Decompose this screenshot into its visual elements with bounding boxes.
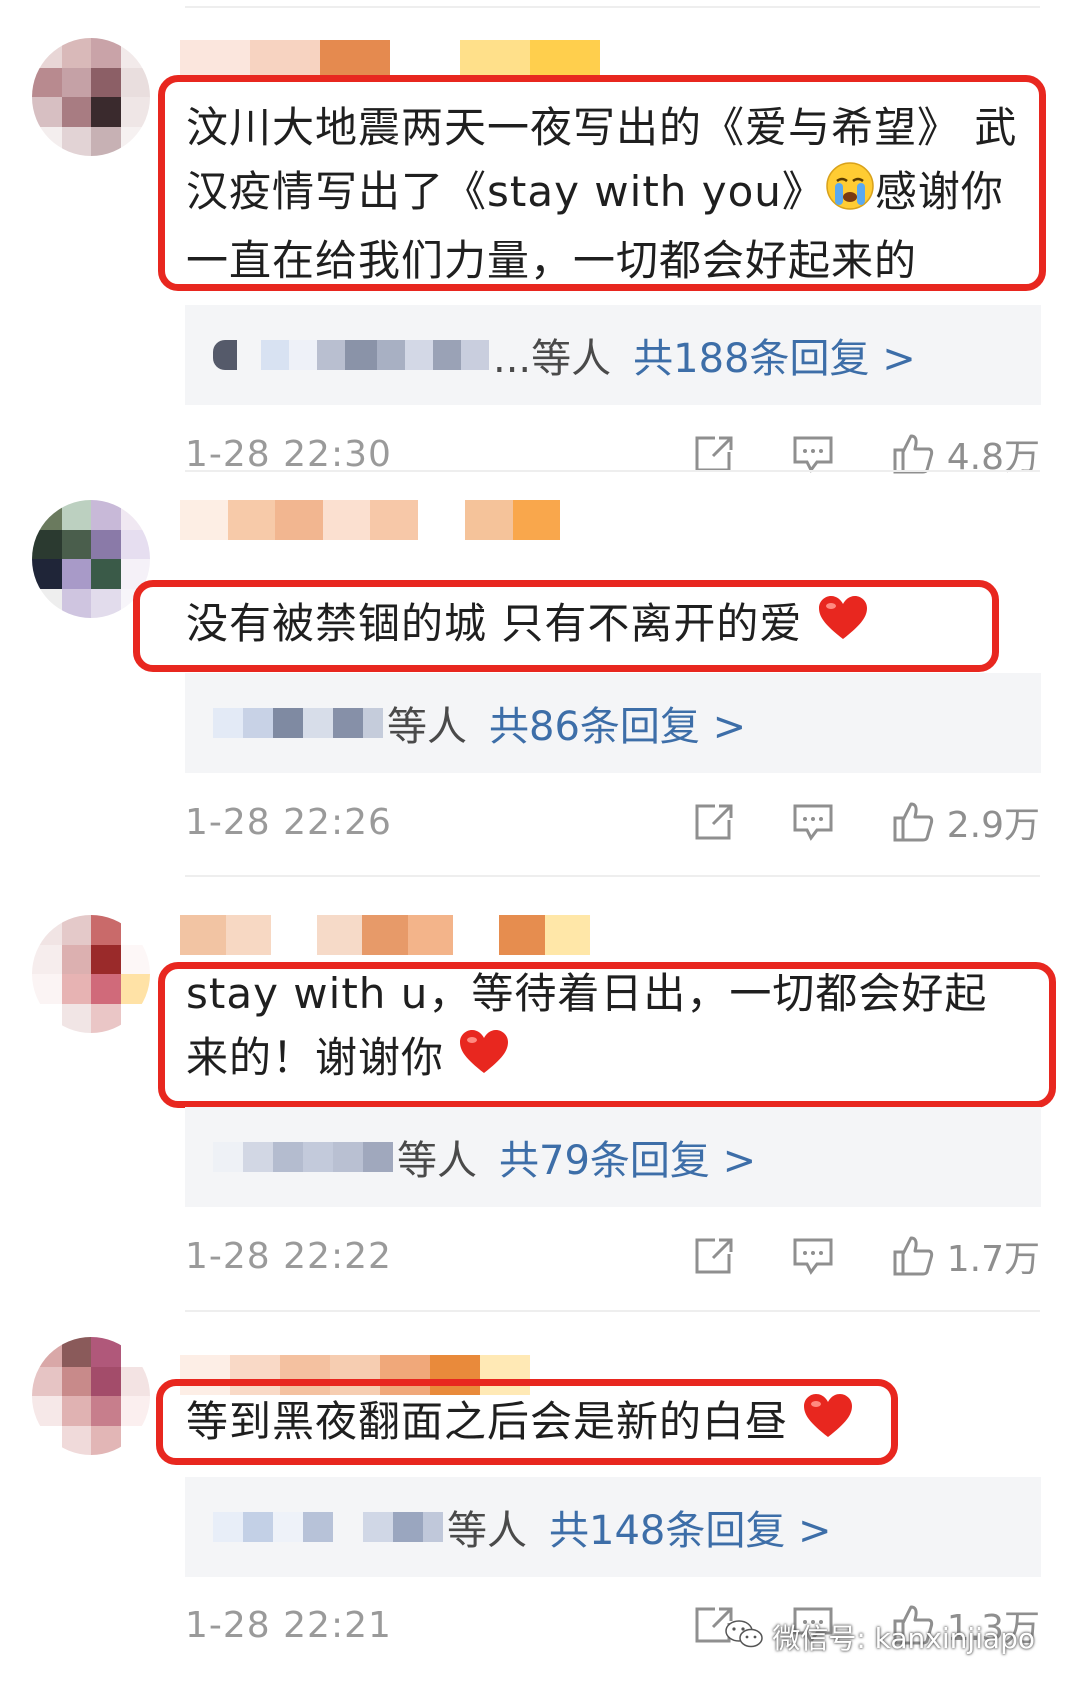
like-count: 2.9万 bbox=[946, 805, 1040, 846]
reply-names-blurred bbox=[213, 1142, 393, 1172]
reply-names-blurred bbox=[213, 340, 489, 370]
share-icon[interactable] bbox=[693, 1236, 735, 1276]
reply-suffix: ...等人 bbox=[493, 336, 612, 382]
watermark-text: 微信号: kanxinjiapo bbox=[772, 1622, 1035, 1655]
username-blurred[interactable] bbox=[180, 40, 600, 80]
username-blurred[interactable] bbox=[180, 500, 560, 540]
comment-text: 汶川大地震两天一夜写出的《爱与希望》 武汉疫情写出了《stay with you… bbox=[186, 103, 1018, 285]
avatar[interactable] bbox=[32, 1337, 150, 1455]
comment-text: stay with u，等待着日出，一切都会好起来的！谢谢你 bbox=[186, 962, 1020, 1093]
timestamp: 1-28 22:21 bbox=[185, 1604, 392, 1646]
reply-suffix: 等人 bbox=[447, 1508, 527, 1554]
like-button[interactable]: 1.7万 bbox=[891, 1230, 1040, 1282]
timestamp: 1-28 22:30 bbox=[185, 433, 392, 475]
like-count: 1.7万 bbox=[946, 1239, 1040, 1280]
red-heart-icon bbox=[458, 1029, 510, 1093]
comment-divider bbox=[185, 470, 1040, 472]
share-icon[interactable] bbox=[693, 802, 735, 842]
reply-suffix: 等人 bbox=[397, 1138, 477, 1184]
timestamp: 1-28 22:22 bbox=[185, 1235, 392, 1277]
username-blurred[interactable] bbox=[180, 915, 591, 955]
reply-suffix: 等人 bbox=[387, 704, 467, 750]
wechat-icon bbox=[724, 1618, 764, 1657]
thumbs-up-icon bbox=[891, 800, 935, 844]
comment-text: 没有被禁锢的城 只有不离开的爱 bbox=[186, 592, 1040, 659]
comment-meta: 1-28 22:30 4.8万 bbox=[185, 424, 1040, 484]
reply-count-link[interactable]: 共148条回复 > bbox=[549, 1498, 832, 1556]
comment-icon[interactable] bbox=[791, 434, 835, 474]
comment-meta: 1-28 22:26 2.9万 bbox=[185, 792, 1040, 852]
like-button[interactable]: 2.9万 bbox=[891, 796, 1040, 848]
thumbs-up-icon bbox=[891, 1234, 935, 1278]
like-count: 4.8万 bbox=[946, 437, 1040, 478]
reply-summary[interactable]: 等人 共86条回复 > bbox=[185, 673, 1041, 773]
like-button[interactable]: 4.8万 bbox=[891, 428, 1040, 480]
comment-icon[interactable] bbox=[791, 802, 835, 842]
comment-icon[interactable] bbox=[791, 1236, 835, 1276]
comment-divider bbox=[185, 1310, 1040, 1312]
top-divider bbox=[185, 6, 1040, 8]
red-heart-icon bbox=[802, 1393, 854, 1457]
reply-summary[interactable]: ...等人 共188条回复 > bbox=[185, 305, 1041, 405]
comment-meta: 1-28 22:22 1.7万 bbox=[185, 1226, 1040, 1286]
reply-count-link[interactable]: 共86条回复 > bbox=[489, 694, 746, 752]
comment-divider bbox=[185, 875, 1040, 877]
crying-face-icon bbox=[825, 161, 875, 229]
reply-count-link[interactable]: 共188条回复 > bbox=[633, 326, 916, 384]
avatar[interactable] bbox=[32, 915, 150, 1033]
reply-names-blurred bbox=[213, 708, 383, 738]
avatar[interactable] bbox=[32, 38, 150, 156]
timestamp: 1-28 22:26 bbox=[185, 801, 392, 843]
red-heart-icon bbox=[817, 595, 869, 659]
comment-text: 等到黑夜翻面之后会是新的白昼 bbox=[186, 1390, 1040, 1457]
reply-count-link[interactable]: 共79条回复 > bbox=[499, 1128, 756, 1186]
reply-summary[interactable]: 等人 共79条回复 > bbox=[185, 1107, 1041, 1207]
wechat-watermark: 微信号: kanxinjiapo bbox=[724, 1617, 1035, 1657]
reply-names-blurred bbox=[213, 1512, 443, 1542]
share-icon[interactable] bbox=[693, 434, 735, 474]
reply-summary[interactable]: 等人 共148条回复 > bbox=[185, 1477, 1041, 1577]
